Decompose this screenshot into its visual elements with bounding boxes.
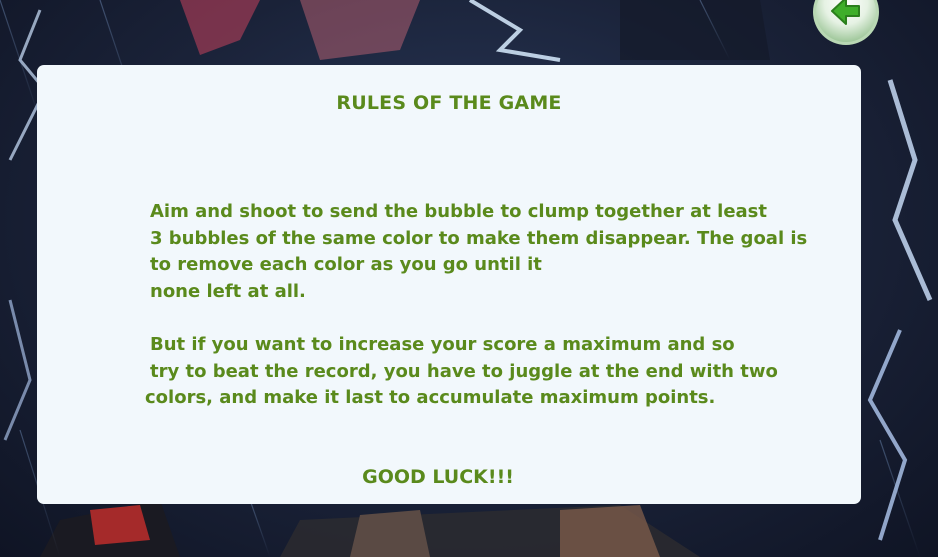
rules-paragraph-1-line-2: 3 bubbles of the same color to make them… bbox=[150, 228, 808, 249]
back-button[interactable] bbox=[812, 0, 880, 46]
rules-paragraph-1-line-3: to remove each color as you go until it bbox=[150, 254, 542, 275]
rules-panel: RULES OF THE GAME Aim and shoot to send … bbox=[37, 65, 861, 504]
rules-title: RULES OF THE GAME bbox=[336, 92, 562, 114]
rules-paragraph-2-line-3: colors, and make it last to accumulate m… bbox=[145, 387, 716, 408]
rules-paragraph-2-line-1: But if you want to increase your score a… bbox=[150, 334, 735, 355]
back-arrow-icon bbox=[813, 0, 879, 45]
rules-paragraph-2-line-2: try to beat the record, you have to jugg… bbox=[150, 361, 778, 382]
good-luck-text: GOOD LUCK!!! bbox=[362, 466, 514, 488]
rules-paragraph-1-line-1: Aim and shoot to send the bubble to clum… bbox=[150, 201, 767, 222]
rules-paragraph-1-line-4: none left at all. bbox=[150, 281, 306, 302]
